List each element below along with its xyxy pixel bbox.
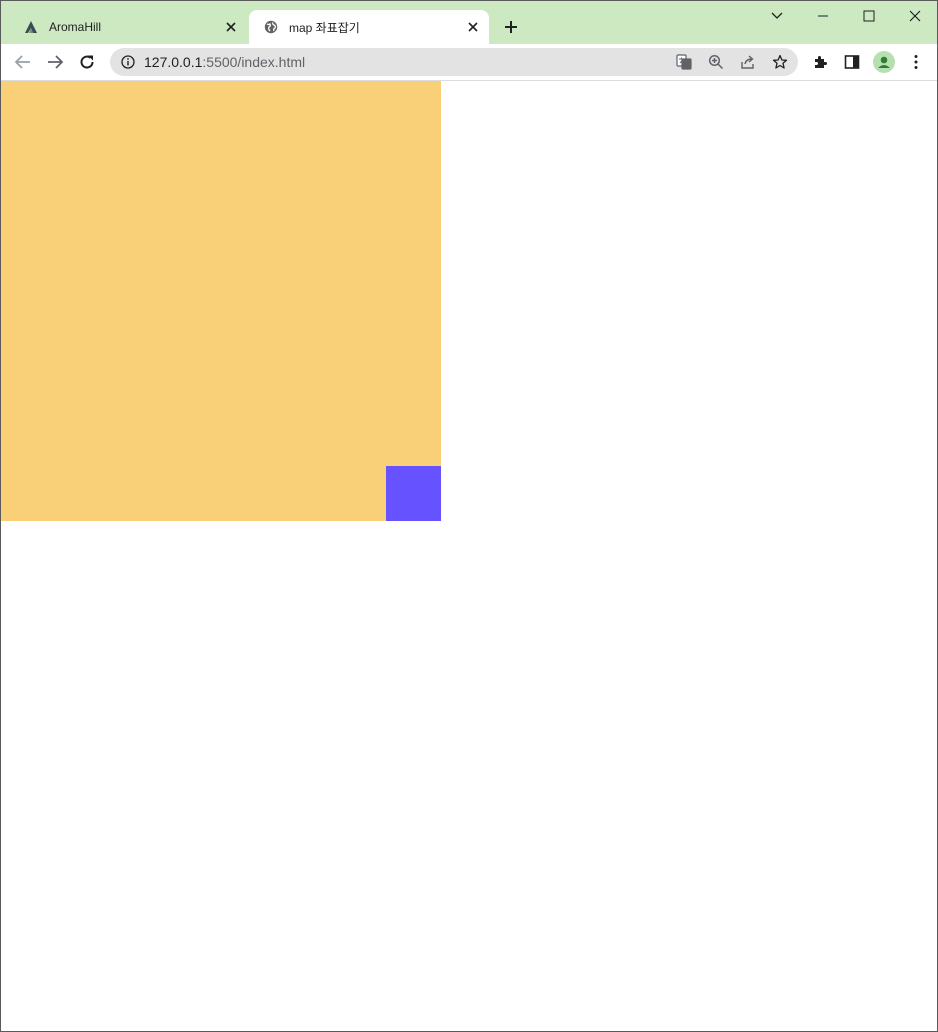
tab-map[interactable]: map 좌표잡기 — [249, 10, 489, 44]
tab-aromahill[interactable]: AromaHill — [9, 10, 247, 44]
browser-window: AromaHill map 좌표잡기 127.0.0.1:5500/index.… — [0, 0, 938, 1032]
close-icon[interactable] — [465, 19, 481, 35]
bookmark-star-icon[interactable] — [770, 52, 790, 72]
tab-title: AromaHill — [49, 20, 102, 34]
map-area[interactable] — [1, 81, 441, 521]
forward-button[interactable] — [42, 49, 68, 75]
share-icon[interactable] — [738, 52, 758, 72]
position-marker[interactable] — [386, 466, 441, 521]
tab-search-button[interactable] — [762, 4, 792, 28]
zoom-icon[interactable] — [706, 52, 726, 72]
url-host: 127.0.0.1 — [144, 54, 203, 70]
info-icon[interactable] — [120, 54, 136, 70]
tab-title: map 좌표잡기 — [289, 20, 360, 35]
aromahill-logo-icon — [23, 19, 39, 35]
url-path: :5500/index.html — [202, 54, 306, 70]
back-button[interactable] — [10, 49, 36, 75]
side-panel-icon[interactable] — [839, 49, 865, 75]
url-text[interactable]: 127.0.0.1:5500/index.html — [144, 48, 305, 76]
profile-avatar-icon[interactable] — [871, 49, 897, 75]
window-close-button[interactable] — [900, 4, 930, 28]
extensions-icon[interactable] — [807, 49, 833, 75]
address-bar[interactable]: 127.0.0.1:5500/index.html — [110, 48, 798, 76]
close-icon[interactable] — [223, 19, 239, 35]
maximize-button[interactable] — [854, 4, 884, 28]
tab-strip: AromaHill map 좌표잡기 — [1, 1, 937, 44]
browser-toolbar: 127.0.0.1:5500/index.html — [1, 44, 937, 81]
reload-button[interactable] — [74, 49, 100, 75]
page-content — [1, 81, 937, 1031]
menu-kebab-icon[interactable] — [903, 49, 929, 75]
translate-icon[interactable] — [674, 52, 694, 72]
new-tab-button[interactable] — [501, 17, 521, 37]
globe-icon — [263, 19, 279, 35]
minimize-button[interactable] — [808, 4, 838, 28]
